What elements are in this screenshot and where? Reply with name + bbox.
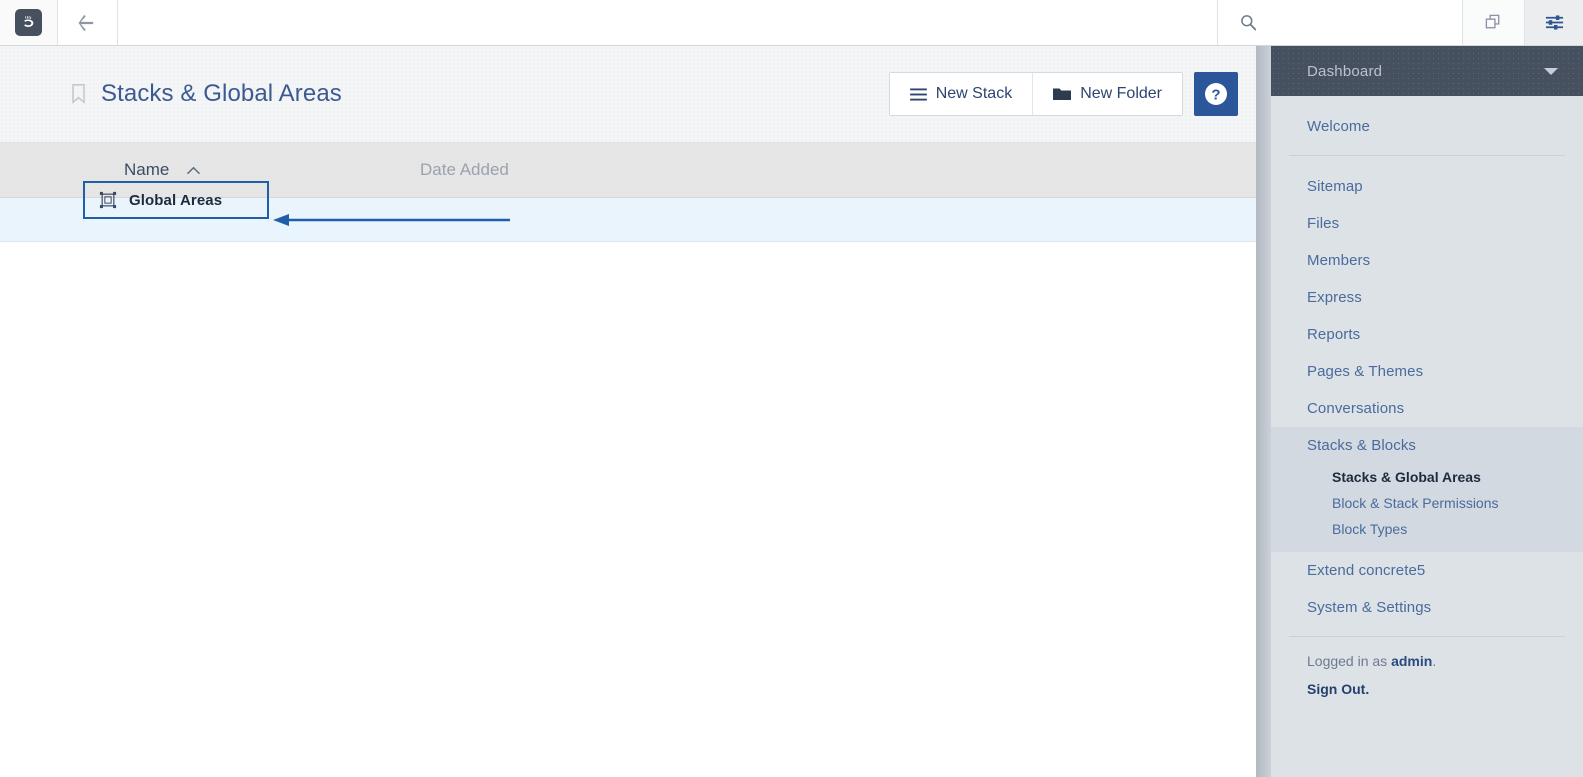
sidebar-item-extend-concrete5[interactable]: Extend concrete5: [1271, 552, 1583, 589]
logged-in-username: admin: [1391, 653, 1433, 669]
new-stack-label: New Stack: [935, 85, 1013, 102]
main-content: Stacks & Global Areas New Stack New Fold…: [0, 46, 1256, 777]
sidebar-body: Welcome Sitemap Files Members Express Re…: [1271, 96, 1583, 699]
sidebar-subitem-stacks-and-global-areas[interactable]: Stacks & Global Areas: [1271, 464, 1583, 490]
dashboard-sidebar: Dashboard Welcome Sitemap Files Members …: [1271, 46, 1583, 777]
sidebar-subitem-block-and-stack-permissions[interactable]: Block & Stack Permissions: [1271, 490, 1583, 516]
search-input[interactable]: [1218, 0, 1463, 45]
search-icon: [1241, 15, 1257, 31]
sidebar-item-welcome[interactable]: Welcome: [1271, 108, 1583, 145]
sidebar-item-files[interactable]: Files: [1271, 205, 1583, 242]
concrete5-logo-icon: [15, 9, 42, 36]
browser-url-bar[interactable]: [118, 0, 1218, 45]
settings-sliders-button[interactable]: [1525, 0, 1583, 45]
sidebar-item-members[interactable]: Members: [1271, 242, 1583, 279]
sidebar-header-title: Dashboard: [1307, 62, 1383, 80]
sidebar-subitem-block-types[interactable]: Block Types: [1271, 516, 1583, 542]
concrete5-logo-button[interactable]: [0, 0, 58, 45]
sidebar-group-stacks-and-blocks: Stacks & Blocks Stacks & Global Areas Bl…: [1271, 427, 1583, 552]
sign-out-link[interactable]: Sign Out.: [1307, 681, 1369, 697]
new-stack-button[interactable]: New Stack: [889, 73, 1033, 115]
help-button[interactable]: ?: [1194, 72, 1238, 116]
list-icon: [909, 87, 927, 101]
table-row[interactable]: Global Areas: [0, 181, 1256, 242]
column-header-name-label: Name: [124, 160, 170, 179]
sidebar-item-express[interactable]: Express: [1271, 279, 1583, 316]
sort-ascending-icon: [187, 166, 201, 174]
folder-icon: [1053, 88, 1072, 100]
question-mark-icon: ?: [1205, 83, 1227, 105]
sidebar-item-conversations[interactable]: Conversations: [1271, 390, 1583, 427]
sliders-icon: [1545, 15, 1563, 30]
sidebar-item-stacks-and-blocks[interactable]: Stacks & Blocks: [1271, 427, 1583, 464]
sidebar-item-sitemap[interactable]: Sitemap: [1271, 168, 1583, 205]
sidebar-item-reports[interactable]: Reports: [1271, 316, 1583, 353]
back-arrow-icon: [78, 14, 94, 31]
svg-text:?: ?: [1211, 87, 1220, 104]
sidebar-group-primary: Welcome: [1271, 96, 1583, 155]
row-name-cell-highlighted[interactable]: Global Areas: [83, 181, 269, 219]
logged-in-suffix: .: [1432, 653, 1437, 669]
column-header-date-added[interactable]: Date Added: [420, 160, 509, 180]
page-header: Stacks & Global Areas New Stack New Fold…: [0, 46, 1256, 143]
sidebar-header[interactable]: Dashboard: [1271, 46, 1583, 96]
sidebar-footer: Logged in as admin. Sign Out.: [1271, 637, 1583, 699]
logged-in-status: Logged in as admin.: [1307, 653, 1583, 669]
sidebar-item-pages-and-themes[interactable]: Pages & Themes: [1271, 353, 1583, 390]
page-header-actions: New Stack New Folder ?: [888, 72, 1238, 116]
action-button-group: New Stack New Folder: [888, 72, 1183, 116]
global-area-icon: [99, 191, 117, 209]
browser-back-button[interactable]: [58, 0, 118, 45]
new-folder-label: New Folder: [1080, 85, 1162, 102]
sidebar-group-main: Sitemap Files Members Express Reports Pa…: [1271, 156, 1583, 636]
column-header-name[interactable]: Name: [124, 160, 201, 180]
chevron-down-icon[interactable]: [1543, 66, 1559, 76]
logged-in-prefix: Logged in as: [1307, 653, 1392, 669]
bookmark-icon[interactable]: [70, 83, 87, 105]
new-folder-button[interactable]: New Folder: [1032, 73, 1182, 115]
browser-toolbar: [0, 0, 1583, 46]
page-title: Stacks & Global Areas: [101, 80, 342, 107]
copy-pages-button[interactable]: [1463, 0, 1525, 45]
row-name-label: Global Areas: [129, 191, 223, 209]
annotation-arrow: [273, 214, 510, 226]
copy-icon: [1485, 14, 1500, 29]
column-header-date-added-label: Date Added: [420, 160, 509, 179]
sidebar-item-system-and-settings[interactable]: System & Settings: [1271, 589, 1583, 626]
